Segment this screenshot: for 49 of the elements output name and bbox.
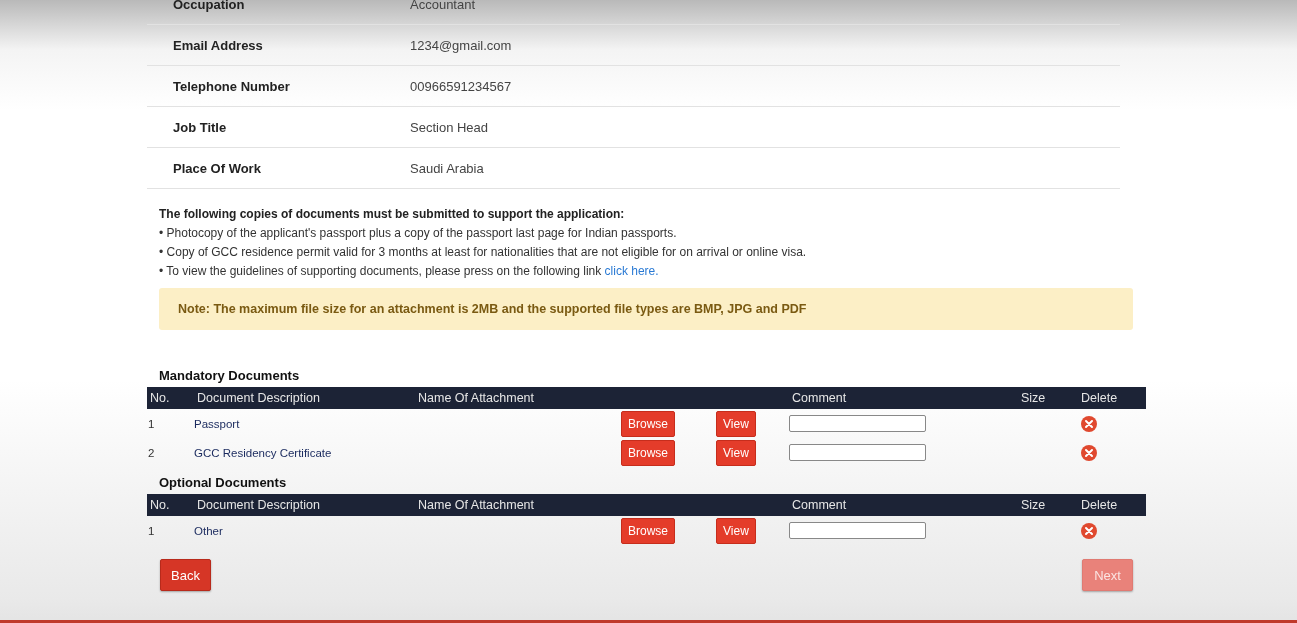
column-header: Name Of Attachment [417,391,536,405]
note-banner: Note: The maximum file size for an attachment is 2MB and the supported file types are BMP, JPG and PDF [159,288,1133,330]
field-label: Job Title [172,119,228,135]
delete-icon[interactable] [1081,444,1097,461]
requirements-heading: The following copies of documents must be submitted to support the application: [159,206,626,223]
column-header: Delete [1080,498,1119,512]
section-title: Optional Documents [158,475,288,492]
requirement-text: • Copy of GCC residence permit valid for 3 months at least for nationalities that are not eligible for on arrival or online visa. [159,244,808,261]
table-cell-text: 2 [147,446,156,459]
column-header: No. [149,498,171,512]
comment-field[interactable] [789,415,926,432]
requirement-text: • To view the guidelines of supporting documents, please press on the following link click here. [159,263,660,280]
delete-icon[interactable] [1081,522,1097,539]
browse-button[interactable]: Browse [621,410,675,437]
column-header: Size [1020,391,1047,405]
column-header: Size [1020,498,1047,512]
column-header: Comment [791,498,848,512]
field-value: Section Head [410,119,489,135]
field-value: Saudi Arabia [410,160,484,176]
field-value: Accountant [410,0,476,12]
delete-icon[interactable] [1081,415,1097,432]
back-button[interactable]: Back [160,559,211,591]
comment-field[interactable] [789,444,926,461]
field-value: 1234@gmail.com [410,37,512,53]
field-label: Occupation [172,0,246,12]
view-button[interactable]: View [716,410,756,437]
table-cell-text: Passport [194,417,241,430]
browse-button[interactable]: Browse [621,439,675,466]
column-header: Comment [791,391,848,405]
table-cell-text: Other [194,524,224,537]
field-label: Telephone Number [172,78,291,94]
table-cell-text: 1 [147,524,156,537]
table-cell-text: 1 [147,417,156,430]
guidelines-link[interactable]: click here. [604,264,659,278]
column-header: No. [149,391,171,405]
table-cell-text: GCC Residency Certificate [194,446,333,459]
view-button[interactable]: View [716,439,756,466]
field-value: 00966591234567 [410,78,512,94]
comment-field[interactable] [789,522,926,539]
browse-button[interactable]: Browse [621,517,675,544]
column-header: Document Description [196,498,321,512]
field-label: Place Of Work [172,160,262,176]
section-title: Mandatory Documents [158,368,301,385]
view-button[interactable]: View [716,517,756,544]
column-header: Delete [1080,391,1119,405]
requirement-text: • Photocopy of the applicant's passport plus a copy of the passport last page for Indian passports. [159,225,678,242]
column-header: Document Description [196,391,321,405]
column-header: Name Of Attachment [417,498,536,512]
field-label: Email Address [172,37,264,53]
